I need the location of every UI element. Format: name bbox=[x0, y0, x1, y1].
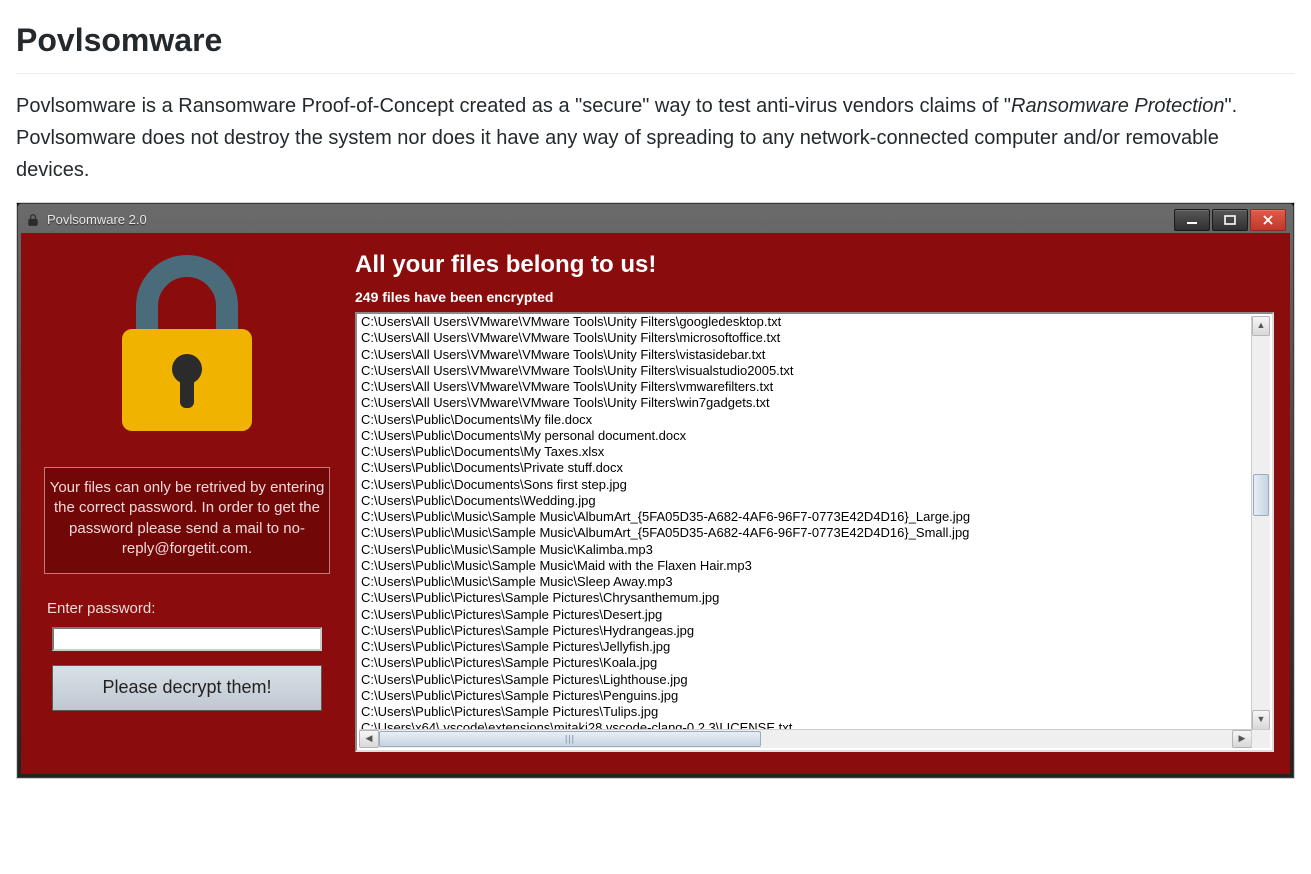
horizontal-scrollbar[interactable]: ◀ ||| ▶ bbox=[359, 729, 1252, 748]
scroll-thumb[interactable] bbox=[1253, 474, 1269, 516]
file-line[interactable]: C:\Users\Public\Pictures\Sample Pictures… bbox=[359, 655, 1272, 671]
close-icon bbox=[1262, 215, 1274, 225]
encrypted-count: 249 files have been encrypted bbox=[355, 287, 1274, 308]
scroll-left-button[interactable]: ◀ bbox=[359, 730, 379, 748]
file-line[interactable]: C:\Users\Public\Pictures\Sample Pictures… bbox=[359, 607, 1272, 623]
file-line[interactable]: C:\Users\Public\Pictures\Sample Pictures… bbox=[359, 639, 1272, 655]
intro-text-pre: Povlsomware is a Ransomware Proof-of-Con… bbox=[16, 95, 1011, 117]
password-label: Enter password: bbox=[47, 598, 155, 621]
scroll-up-button[interactable]: ▲ bbox=[1252, 316, 1270, 336]
file-line[interactable]: C:\Users\Public\Documents\My personal do… bbox=[359, 428, 1272, 444]
padlock-icon bbox=[102, 251, 272, 449]
right-column: All your files belong to us! 249 files h… bbox=[355, 247, 1274, 752]
password-input[interactable] bbox=[52, 627, 322, 651]
file-line[interactable]: C:\Users\Public\Music\Sample Music\Sleep… bbox=[359, 574, 1272, 590]
window-title: Povlsomware 2.0 bbox=[47, 210, 1174, 230]
grip-icon: ||| bbox=[565, 733, 575, 744]
maximize-icon bbox=[1224, 215, 1236, 225]
intro-paragraph: Povlsomware is a Ransomware Proof-of-Con… bbox=[16, 90, 1295, 186]
window-controls bbox=[1174, 209, 1286, 231]
ransom-headline: All your files belong to us! bbox=[355, 247, 1274, 283]
minimize-icon bbox=[1186, 215, 1198, 225]
scroll-track[interactable] bbox=[1252, 334, 1270, 712]
file-line[interactable]: C:\Users\All Users\VMware\VMware Tools\U… bbox=[359, 363, 1272, 379]
hscroll-thumb[interactable]: ||| bbox=[379, 731, 761, 747]
maximize-button[interactable] bbox=[1212, 209, 1248, 231]
left-column: Your files can only be retrived by enter… bbox=[37, 247, 337, 752]
window-frame: Povlsomware 2.0 bbox=[17, 203, 1294, 778]
file-line[interactable]: C:\Users\Public\Music\Sample Music\Album… bbox=[359, 525, 1272, 541]
file-line[interactable]: C:\Users\Public\Music\Sample Music\Kalim… bbox=[359, 542, 1272, 558]
file-line[interactable]: C:\Users\All Users\VMware\VMware Tools\U… bbox=[359, 347, 1272, 363]
file-line[interactable]: C:\Users\Public\Pictures\Sample Pictures… bbox=[359, 672, 1272, 688]
scroll-corner bbox=[1251, 729, 1270, 748]
decrypt-button[interactable]: Please decrypt them! bbox=[52, 665, 322, 711]
file-line[interactable]: C:\Users\Public\Documents\Private stuff.… bbox=[359, 460, 1272, 476]
file-list-wrap: C:\Users\All Users\VMware\VMware Tools\U… bbox=[355, 312, 1274, 752]
file-line[interactable]: C:\Users\Public\Documents\My Taxes.xlsx bbox=[359, 444, 1272, 460]
info-box: Your files can only be retrived by enter… bbox=[44, 467, 330, 574]
file-line[interactable]: C:\Users\Public\Documents\My file.docx bbox=[359, 412, 1272, 428]
file-line[interactable]: C:\Users\Public\Pictures\Sample Pictures… bbox=[359, 623, 1272, 639]
file-line[interactable]: C:\Users\All Users\VMware\VMware Tools\U… bbox=[359, 395, 1272, 411]
scroll-right-button[interactable]: ▶ bbox=[1232, 730, 1252, 748]
vertical-scrollbar[interactable]: ▲ ▼ bbox=[1251, 316, 1270, 730]
page-title: Povlsomware bbox=[16, 16, 1295, 74]
close-button[interactable] bbox=[1250, 209, 1286, 231]
file-line[interactable]: C:\Users\Public\Documents\Sons first ste… bbox=[359, 477, 1272, 493]
file-line[interactable]: C:\Users\Public\Music\Sample Music\Maid … bbox=[359, 558, 1272, 574]
window-titlebar: Povlsomware 2.0 bbox=[21, 207, 1290, 233]
scroll-down-button[interactable]: ▼ bbox=[1252, 710, 1270, 730]
file-line[interactable]: C:\Users\Public\Pictures\Sample Pictures… bbox=[359, 688, 1272, 704]
client-area: Your files can only be retrived by enter… bbox=[21, 233, 1290, 774]
file-line[interactable]: C:\Users\All Users\VMware\VMware Tools\U… bbox=[359, 330, 1272, 346]
file-list[interactable]: C:\Users\All Users\VMware\VMware Tools\U… bbox=[355, 312, 1274, 752]
file-line[interactable]: C:\Users\Public\Music\Sample Music\Album… bbox=[359, 509, 1272, 525]
file-line[interactable]: C:\Users\Public\Pictures\Sample Pictures… bbox=[359, 704, 1272, 720]
file-line[interactable]: C:\Users\All Users\VMware\VMware Tools\U… bbox=[359, 379, 1272, 395]
file-line[interactable]: C:\Users\Public\Pictures\Sample Pictures… bbox=[359, 590, 1272, 606]
file-line[interactable]: C:\Users\Public\Documents\Wedding.jpg bbox=[359, 493, 1272, 509]
file-line[interactable]: C:\Users\All Users\VMware\VMware Tools\U… bbox=[359, 314, 1272, 330]
minimize-button[interactable] bbox=[1174, 209, 1210, 231]
intro-text-italic: Ransomware Protection bbox=[1011, 95, 1224, 117]
lock-icon bbox=[25, 212, 41, 228]
screenshot-window: Povlsomware 2.0 bbox=[16, 202, 1295, 779]
